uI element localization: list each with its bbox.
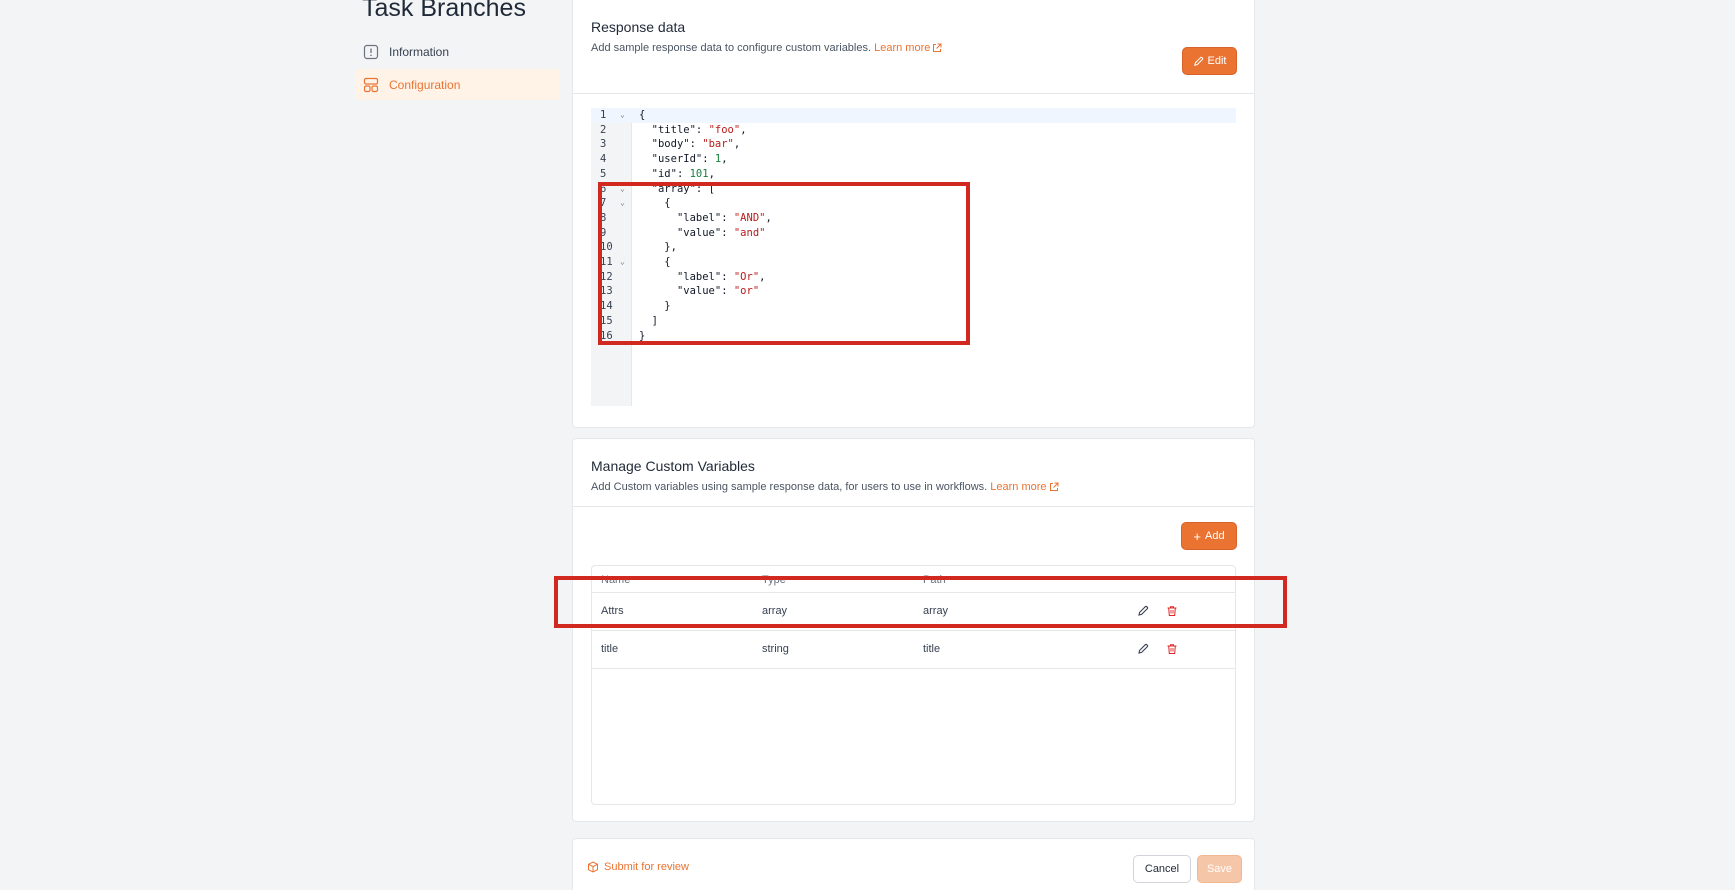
divider bbox=[573, 506, 1254, 507]
line-number: 2 bbox=[600, 123, 607, 136]
variable-path: title bbox=[923, 643, 941, 655]
table-row: title string title bbox=[592, 631, 1235, 669]
trash-icon bbox=[1167, 606, 1177, 616]
sidebar-item-label: Information bbox=[389, 44, 450, 59]
code-line[interactable]: 10 }, bbox=[591, 240, 1236, 255]
info-square-icon bbox=[363, 44, 379, 60]
code-line[interactable]: 14 } bbox=[591, 299, 1236, 314]
line-number: 3 bbox=[600, 138, 607, 151]
column-header-path[interactable]: Path bbox=[923, 574, 946, 586]
code-text: { bbox=[639, 256, 671, 268]
code-line[interactable]: 9 "value": "and" bbox=[591, 226, 1236, 241]
line-number: 12 bbox=[600, 270, 613, 283]
code-line[interactable]: 16} bbox=[591, 329, 1236, 344]
code-line[interactable]: 8 "label": "AND", bbox=[591, 211, 1236, 226]
code-text: "value": "or" bbox=[676, 285, 760, 298]
code-line[interactable]: 13 "value": "or" bbox=[591, 284, 1236, 299]
page-title: Task Branches bbox=[362, 0, 526, 22]
code-line[interactable]: 6 ⌄ "array": [ bbox=[591, 182, 1236, 197]
variable-type: array bbox=[762, 605, 788, 617]
external-link-icon bbox=[1049, 482, 1059, 491]
json-code-editor[interactable]: 1 ⌄{2 "title": "foo", 3 "body": "bar", 4 "u… bbox=[591, 108, 1236, 406]
add-variable-button[interactable]: + Add bbox=[1181, 522, 1237, 550]
code-text: { bbox=[639, 197, 671, 210]
custom-variables-subtitle: Add Custom variables using sample respon… bbox=[591, 480, 1236, 494]
custom-variables-title: Manage Custom Variables bbox=[591, 458, 755, 474]
sidebar-item-configuration[interactable]: Configuration bbox=[355, 69, 560, 100]
code-line[interactable]: 11 ⌄ { bbox=[591, 255, 1236, 270]
line-number: 8 bbox=[600, 211, 607, 224]
delete-row-button[interactable] bbox=[1165, 604, 1179, 618]
column-header-name[interactable]: Name bbox=[601, 574, 630, 586]
variable-name: title bbox=[601, 643, 619, 655]
code-line[interactable]: 15 ] bbox=[591, 314, 1236, 329]
pencil-icon bbox=[1138, 605, 1149, 616]
plus-icon: + bbox=[1193, 528, 1201, 544]
code-line[interactable]: 12 "label": "Or", bbox=[591, 270, 1236, 285]
edit-row-button[interactable] bbox=[1136, 642, 1150, 656]
delete-row-button[interactable] bbox=[1165, 642, 1179, 656]
code-text: "value": "and" bbox=[676, 226, 766, 239]
table-header: Name Type Path bbox=[592, 566, 1235, 593]
code-line[interactable]: 2 "title": "foo", bbox=[591, 123, 1236, 138]
trash-icon bbox=[1167, 644, 1177, 654]
custom-variables-card: Manage Custom Variables Add Custom varia… bbox=[572, 438, 1255, 822]
side-nav: Information Configuration bbox=[355, 36, 560, 102]
code-text: "body": "bar", bbox=[651, 138, 741, 151]
code-text: "title": "foo", bbox=[651, 123, 747, 136]
sidebar-item-information[interactable]: Information bbox=[355, 36, 560, 67]
code-text: ] bbox=[639, 314, 658, 327]
custom-variables-table: Name Type Path Attrs array array title s… bbox=[591, 565, 1236, 805]
fold-chevron-icon[interactable]: ⌄ bbox=[620, 182, 625, 197]
response-data-title: Response data bbox=[591, 19, 686, 35]
line-number: 13 bbox=[600, 285, 613, 298]
line-number: 16 bbox=[600, 329, 613, 342]
line-number: 9 bbox=[600, 226, 607, 239]
code-text: } bbox=[639, 329, 646, 342]
external-link-icon bbox=[933, 43, 942, 52]
save-button[interactable]: Save bbox=[1197, 855, 1242, 883]
fold-chevron-icon[interactable]: ⌄ bbox=[620, 255, 625, 270]
code-line[interactable]: 4 "userId": 1, bbox=[591, 152, 1236, 167]
edit-button[interactable]: Edit bbox=[1182, 47, 1237, 75]
pencil-icon bbox=[1138, 643, 1149, 654]
code-line[interactable]: 5 "id": 101, bbox=[591, 167, 1236, 182]
code-text: "label": "Or", bbox=[676, 270, 766, 283]
code-text: "label": "AND", bbox=[676, 211, 772, 224]
cancel-button[interactable]: Cancel bbox=[1133, 855, 1191, 883]
code-text: { bbox=[639, 109, 646, 121]
response-data-subtitle: Add sample response data to configure cu… bbox=[591, 41, 1236, 55]
footer-action-bar: Submit for review Cancel Save bbox=[572, 838, 1255, 890]
code-text: "array": [ bbox=[651, 182, 715, 195]
code-text: }, bbox=[639, 241, 677, 254]
learn-more-link[interactable]: Learn more bbox=[874, 41, 942, 55]
layout-grid-icon bbox=[363, 77, 379, 93]
code-line[interactable]: 7 ⌄ { bbox=[591, 196, 1236, 211]
line-number: 10 bbox=[600, 241, 613, 254]
code-text: "id": 101, bbox=[651, 167, 715, 180]
learn-more-link[interactable]: Learn more bbox=[990, 480, 1059, 494]
line-number: 5 bbox=[600, 167, 607, 180]
code-line[interactable]: 3 "body": "bar", bbox=[591, 137, 1236, 152]
code-text: "userId": 1, bbox=[651, 153, 728, 166]
code-line[interactable]: 1 ⌄{ bbox=[591, 108, 1236, 123]
column-header-type[interactable]: Type bbox=[762, 574, 786, 586]
table-row: Attrs array array bbox=[592, 593, 1235, 631]
variable-name: Attrs bbox=[601, 605, 624, 617]
variable-type: string bbox=[762, 643, 789, 655]
edit-row-button[interactable] bbox=[1136, 604, 1150, 618]
pencil-icon bbox=[1193, 56, 1203, 66]
sidebar-item-label: Configuration bbox=[389, 77, 461, 92]
line-number: 4 bbox=[600, 153, 607, 166]
line-number: 15 bbox=[600, 314, 613, 327]
variable-path: array bbox=[923, 605, 949, 617]
code-text: } bbox=[639, 300, 671, 313]
line-number: 14 bbox=[600, 300, 613, 313]
fold-chevron-icon[interactable]: ⌄ bbox=[620, 108, 625, 123]
box-icon bbox=[588, 861, 598, 873]
divider bbox=[573, 93, 1254, 94]
response-data-card: Response data Add sample response data t… bbox=[572, 0, 1255, 428]
submit-for-review-link[interactable]: Submit for review bbox=[587, 861, 689, 873]
fold-chevron-icon[interactable]: ⌄ bbox=[620, 196, 625, 211]
